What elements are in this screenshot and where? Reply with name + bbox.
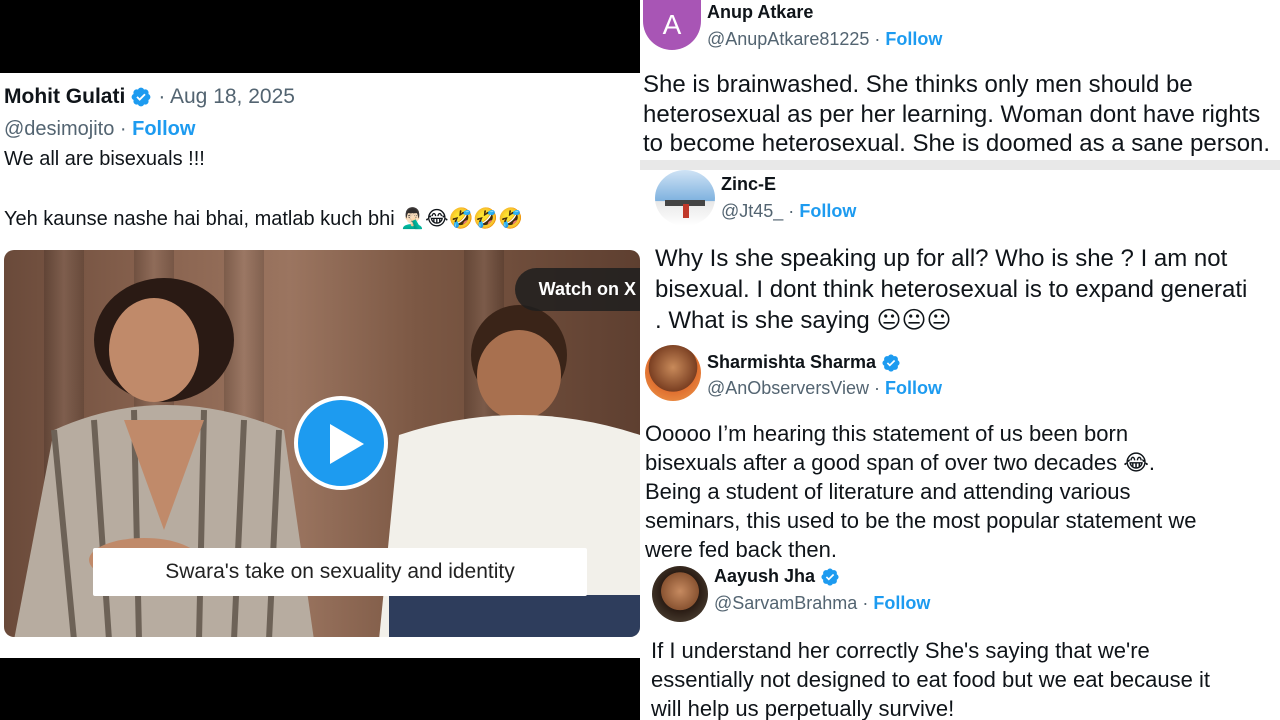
reply-author-name[interactable]: Aayush Jha [714, 566, 815, 587]
reply-handle[interactable]: @AnupAtkare81225 · [707, 29, 880, 49]
follow-button[interactable]: Follow [799, 201, 856, 221]
tweet-text-line2-words: Yeh kaunse nashe hai bhai, matlab kuch b… [4, 208, 395, 230]
reply-card: Aayush Jha @SarvamBrahma · Follow If I u… [640, 562, 1280, 720]
reply-text-line: to become heterosexual. She is doomed as… [643, 130, 1271, 157]
replies-panel: A Anup Atkare @AnupAtkare81225 · Follow … [640, 0, 1280, 720]
video-caption: Swara's take on sexuality and identity [93, 548, 587, 596]
reply-text-line: bisexuals after a good span of over two … [645, 450, 1156, 475]
follow-button[interactable]: Follow [885, 378, 942, 398]
reply-text-line: She is brainwashed. She thinks only men … [643, 71, 1193, 98]
reply-author-name[interactable]: Anup Atkare [707, 2, 813, 23]
play-button[interactable] [294, 396, 388, 490]
follow-button[interactable]: Follow [873, 593, 930, 613]
reply-card: A Anup Atkare @AnupAtkare81225 · Follow … [640, 0, 1280, 160]
main-tweet-card: Mohit Gulati · Aug 18, 2025 @desimojito … [0, 73, 640, 658]
reply-text-line: bisexual. I dont think heterosexual is t… [655, 276, 1248, 303]
reply-text-line: Why Is she speaking up for all? Who is s… [655, 245, 1228, 272]
reply-author-name[interactable]: Sharmishta Sharma [707, 352, 876, 373]
reply-text: If I understand her correctly She's sayi… [651, 636, 1210, 720]
reply-text: Ooooo I’m hearing this statement of us b… [645, 419, 1197, 564]
follow-button[interactable]: Follow [885, 29, 942, 49]
reply-text-line: . What is she saying [655, 307, 870, 334]
tweet-text-line2: Yeh kaunse nashe hai bhai, matlab kuch b… [4, 206, 523, 231]
reply-text-line: seminars, this used to be the most popul… [645, 508, 1197, 533]
reply-handle-row: @AnObserversView · Follow [707, 378, 942, 399]
reply-card: Sharmishta Sharma @AnObserversView · Fol… [640, 345, 1280, 562]
tweet-date: · Aug 18, 2025 [158, 85, 295, 108]
reply-text-line: Being a student of literature and attend… [645, 479, 1131, 504]
reply-author-row: Sharmishta Sharma [707, 352, 901, 373]
reply-card: Zinc-E @Jt45_ · Follow Why Is she speaki… [640, 170, 1280, 340]
tweet-emoji: 🤦🏻‍♂️😂🤣🤣🤣 [400, 206, 524, 230]
reply-text-line: Ooooo I’m hearing this statement of us b… [645, 421, 1129, 446]
avatar-photo-icon [665, 200, 705, 218]
reply-text-line: will help us perpetually survive! [651, 696, 955, 720]
reply-handle[interactable]: @AnObserversView · [707, 378, 880, 398]
reply-handle[interactable]: @SarvamBrahma · [714, 593, 868, 613]
reply-author-row: Aayush Jha [714, 566, 840, 587]
avatar[interactable] [652, 566, 708, 622]
reply-text-line-with-emoji: . What is she saying 😐😐😐 [655, 305, 1247, 336]
tweet-header: Mohit Gulati · Aug 18, 2025 [4, 85, 295, 109]
reply-author-name[interactable]: Zinc-E [721, 174, 776, 195]
author-name[interactable]: Mohit Gulati [4, 85, 125, 109]
reply-handle[interactable]: @Jt45_ · [721, 201, 794, 221]
avatar-letter: A [662, 9, 682, 40]
video-player[interactable]: Watch on X Swara's take on sexuality and… [4, 250, 640, 637]
verified-badge-icon [131, 87, 151, 107]
reply-text-line: heterosexual as per her learning. Woman … [643, 100, 1261, 128]
reply-handle-row: @SarvamBrahma · Follow [714, 593, 930, 614]
reply-text: Why Is she speaking up for all? Who is s… [655, 243, 1247, 336]
watch-on-x-button[interactable]: Watch on X [514, 268, 640, 311]
reply-text-line: If I understand her correctly She's sayi… [651, 638, 1150, 663]
reply-text-line: essentially not designed to eat food but… [651, 667, 1210, 692]
play-icon [330, 424, 364, 464]
reply-emoji: 😐😐😐 [876, 306, 952, 334]
reply-handle-row: @Jt45_ · Follow [721, 201, 856, 222]
reply-divider [640, 160, 1280, 170]
reply-handle-row: @AnupAtkare81225 · Follow [707, 29, 942, 50]
tweet-text-line1: We all are bisexuals !!! [4, 148, 205, 170]
reply-text: She is brainwashed. She thinks only men … [643, 70, 1270, 159]
avatar[interactable] [655, 170, 715, 226]
avatar[interactable]: A [643, 0, 701, 50]
reply-text-line: were fed back then. [645, 537, 838, 562]
main-tweet-panel: Mohit Gulati · Aug 18, 2025 @desimojito … [0, 0, 640, 720]
author-handle-row: @desimojito · Follow [4, 118, 196, 140]
avatar[interactable] [645, 345, 701, 401]
verified-badge-icon [882, 353, 900, 372]
follow-button[interactable]: Follow [132, 118, 195, 140]
author-handle[interactable]: @desimojito [4, 118, 114, 140]
verified-badge-icon [821, 567, 839, 586]
